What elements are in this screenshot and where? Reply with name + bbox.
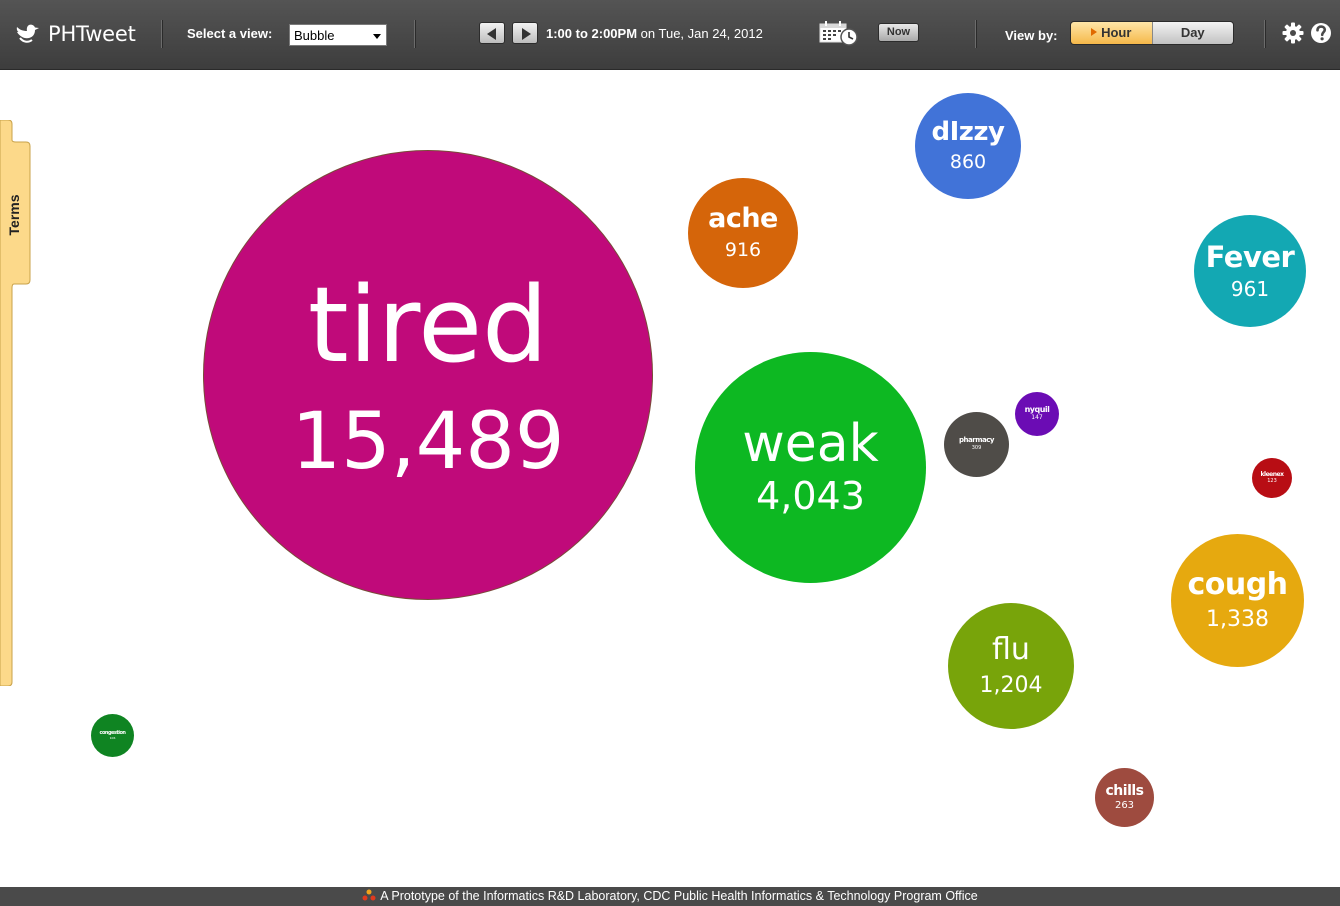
view-by-day-button[interactable]: Day [1151,22,1233,44]
bubble-term: Fever [1205,239,1295,274]
bird-logo-icon [16,24,39,43]
bubble-term: ache [708,203,778,235]
toolbar-divider [975,20,976,48]
bubble-count: 1,204 [979,672,1043,698]
app-title: PHTweet [48,22,136,46]
top-toolbar: PHTweet Select a view: Bubble 1:00 to 2:… [0,0,1340,70]
view-select-value: Bubble [294,28,335,43]
chevron-down-icon [373,34,381,39]
time-date: on Tue, Jan 24, 2012 [640,26,763,41]
bubble-term: chills [1105,782,1145,799]
view-by-day-label: Day [1180,25,1205,40]
view-by-toggle: Hour Day [1070,21,1234,45]
play-icon [1091,28,1098,36]
bubble-term: pharmacy [959,436,994,445]
time-range: 1:00 to 2:00PM [546,26,638,41]
bubble-count: 263 [1114,800,1135,812]
view-select-label: Select a view: [187,26,273,41]
bubble-count: 123 [1267,477,1277,484]
bubble-count: 147 [1031,414,1043,422]
now-button[interactable]: Now [878,23,919,42]
view-select[interactable]: Bubble [289,24,387,46]
bubble-congestion[interactable]: congestion 106 [91,714,134,757]
bubble-term: cough [1187,566,1288,602]
bubble-term: kleenex [1260,470,1284,478]
bubble-count: 309 [971,445,982,452]
arrow-left-icon [487,28,496,40]
terms-tab-label: Terms [6,194,22,235]
terms-side-tab[interactable]: Terms [0,120,32,686]
time-range-display: 1:00 to 2:00PM on Tue, Jan 24, 2012 [546,26,763,41]
toolbar-divider [161,20,162,48]
calendar-clock-icon[interactable] [819,20,859,46]
view-by-hour-label: Hour [1101,25,1132,40]
footer-bar: A Prototype of the Informatics R&D Labor… [0,887,1340,906]
bubble-pharmacy[interactable]: pharmacy 309 [944,412,1009,477]
footer-text: A Prototype of the Informatics R&D Labor… [380,889,978,903]
bubble-term: dIzzy [931,116,1006,147]
bubble-term: flu [992,632,1030,668]
bubble-chills[interactable]: chills 263 [1095,768,1154,827]
bubble-cough[interactable]: cough 1,338 [1171,534,1304,667]
bubble-kleenex[interactable]: kleenex 123 [1252,458,1292,498]
bubble-dizzy[interactable]: dIzzy 860 [915,93,1021,199]
lab-logo-icon [362,889,376,901]
bubble-count: 4,043 [756,473,865,518]
previous-period-button[interactable] [479,22,505,44]
bubble-count: 15,489 [291,396,565,487]
toolbar-divider [1264,20,1265,48]
bubble-flu[interactable]: flu 1,204 [948,603,1074,729]
bubble-count: 916 [724,238,762,261]
app-brand[interactable]: PHTweet [14,18,136,50]
arrow-right-icon [522,28,531,40]
bubble-fever[interactable]: Fever 961 [1194,215,1306,327]
bubble-ache[interactable]: ache 916 [688,178,798,288]
help-icon[interactable] [1310,22,1332,44]
bubble-count: 106 [109,735,116,740]
bubble-count: 860 [949,151,987,174]
bubble-term: nyquil [1024,405,1050,414]
bubble-nyquil[interactable]: nyquil 147 [1015,392,1059,436]
view-by-label: View by: [1005,28,1058,43]
next-period-button[interactable] [512,22,538,44]
bubble-count: 1,338 [1206,607,1269,633]
view-by-hour-button[interactable]: Hour [1071,22,1152,44]
bubble-tired[interactable]: tired 15,489 [203,150,653,600]
bubble-count: 961 [1230,277,1270,302]
bubble-term: weak [742,414,879,475]
toolbar-divider [414,20,415,48]
gear-icon[interactable] [1282,22,1304,44]
bubble-weak[interactable]: weak 4,043 [695,352,926,583]
bubble-term: tired [307,263,549,386]
